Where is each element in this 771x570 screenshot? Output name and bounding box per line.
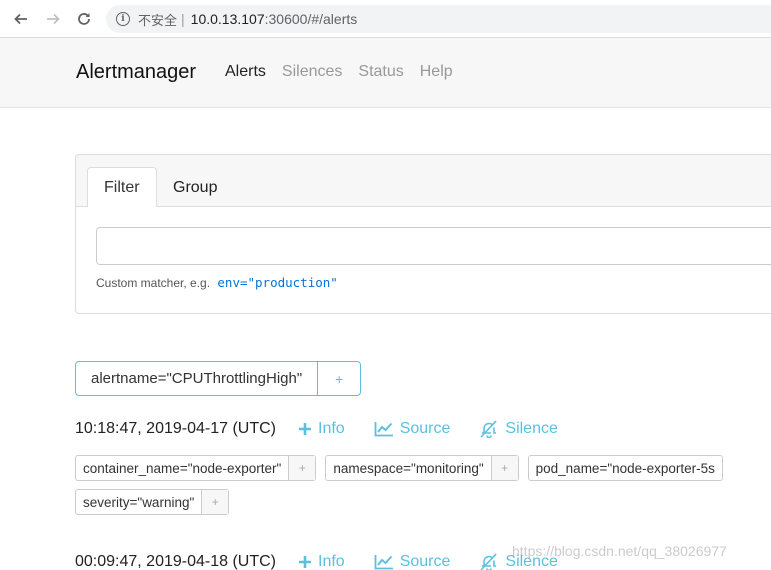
watermark: https://blog.csdn.net/qq_38026977 bbox=[512, 543, 727, 559]
label-text[interactable]: pod_name="node-exporter-5s bbox=[529, 456, 722, 480]
group-label: alertname="CPUThrottlingHigh" + bbox=[75, 361, 362, 396]
group-add-button[interactable]: + bbox=[318, 362, 360, 395]
reload-icon bbox=[78, 13, 90, 25]
plus-icon bbox=[298, 422, 312, 436]
info-label: Info bbox=[318, 420, 345, 437]
hint-example[interactable]: env="production" bbox=[217, 275, 337, 290]
label-text[interactable]: container_name="node-exporter" bbox=[76, 456, 290, 480]
alert-header: 10:18:47, 2019-04-17 (UTC) Info Source S… bbox=[75, 420, 587, 438]
alert-timestamp: 10:18:47, 2019-04-17 (UTC) bbox=[75, 420, 276, 437]
url-host: 10.0.13.107 bbox=[190, 11, 265, 27]
label-add-button[interactable]: + bbox=[202, 490, 229, 514]
silence-button[interactable]: Silence bbox=[479, 420, 558, 438]
label-add-button[interactable]: + bbox=[491, 456, 518, 480]
app-navbar: Alertmanager Alerts Silences Status Help bbox=[0, 38, 771, 108]
bell-slash-icon bbox=[479, 553, 499, 570]
bell-slash-icon bbox=[479, 420, 499, 438]
alert-timestamp: 00:09:47, 2019-04-18 (UTC) bbox=[75, 553, 276, 570]
brand[interactable]: Alertmanager bbox=[76, 61, 196, 84]
source-label: Source bbox=[399, 553, 451, 570]
label-container-name: container_name="node-exporter" + bbox=[75, 455, 317, 481]
info-button[interactable]: Info bbox=[298, 420, 345, 438]
nav-links: Alerts Silences Status Help bbox=[225, 63, 453, 81]
nav-alerts[interactable]: Alerts bbox=[225, 63, 266, 81]
address-bar[interactable]: i 不安全 | 10.0.13.107 :30600/#/alerts bbox=[106, 5, 771, 33]
label-severity: severity="warning" + bbox=[75, 489, 230, 515]
info-button[interactable]: Info bbox=[298, 553, 345, 570]
filter-tabbar: Filter Group bbox=[76, 155, 771, 208]
tab-filter[interactable]: Filter bbox=[87, 167, 157, 208]
url-separator: | bbox=[181, 11, 185, 27]
filter-body: Custom matcher, e.g. env="production" bbox=[76, 207, 771, 313]
label-namespace: namespace="monitoring" + bbox=[325, 455, 519, 481]
label-text[interactable]: namespace="monitoring" bbox=[326, 456, 492, 480]
matcher-hint: Custom matcher, e.g. env="production" bbox=[96, 275, 338, 290]
silence-label: Silence bbox=[505, 420, 558, 437]
forward-arrow-icon bbox=[47, 13, 60, 25]
reload-button[interactable] bbox=[73, 8, 95, 30]
source-label: Source bbox=[399, 420, 451, 437]
label-text[interactable]: severity="warning" bbox=[76, 490, 203, 514]
forward-button[interactable] bbox=[42, 8, 64, 30]
browser-toolbar: i 不安全 | 10.0.13.107 :30600/#/alerts bbox=[0, 0, 771, 38]
label-pod-name: pod_name="node-exporter-5s bbox=[527, 455, 723, 481]
tab-group[interactable]: Group bbox=[157, 167, 233, 208]
back-button[interactable] bbox=[10, 8, 32, 30]
url-path: :30600/#/alerts bbox=[264, 11, 358, 27]
hint-text: Custom matcher, e.g. bbox=[96, 276, 211, 290]
alert-labels-row-1: container_name="node-exporter" + namespa… bbox=[75, 455, 723, 481]
back-arrow-icon bbox=[14, 13, 27, 25]
nav-status[interactable]: Status bbox=[358, 63, 403, 81]
info-icon: i bbox=[116, 12, 130, 26]
matcher-input[interactable] bbox=[96, 227, 771, 265]
chart-line-icon bbox=[374, 554, 394, 570]
alert-header: 00:09:47, 2019-04-18 (UTC) Info Source S… bbox=[75, 553, 587, 570]
label-add-button[interactable]: + bbox=[289, 456, 316, 480]
alert-labels-row-2: severity="warning" + bbox=[75, 489, 230, 515]
nav-help[interactable]: Help bbox=[420, 63, 453, 81]
plus-icon bbox=[298, 555, 312, 569]
info-label: Info bbox=[318, 553, 345, 570]
insecure-label: 不安全 bbox=[138, 12, 178, 28]
source-button[interactable]: Source bbox=[374, 553, 451, 570]
nav-silences[interactable]: Silences bbox=[282, 63, 342, 81]
chart-line-icon bbox=[374, 421, 394, 437]
group-label-text[interactable]: alertname="CPUThrottlingHigh" bbox=[76, 362, 319, 395]
filter-card: Filter Group Custom matcher, e.g. env="p… bbox=[75, 154, 771, 314]
source-button[interactable]: Source bbox=[374, 420, 451, 438]
